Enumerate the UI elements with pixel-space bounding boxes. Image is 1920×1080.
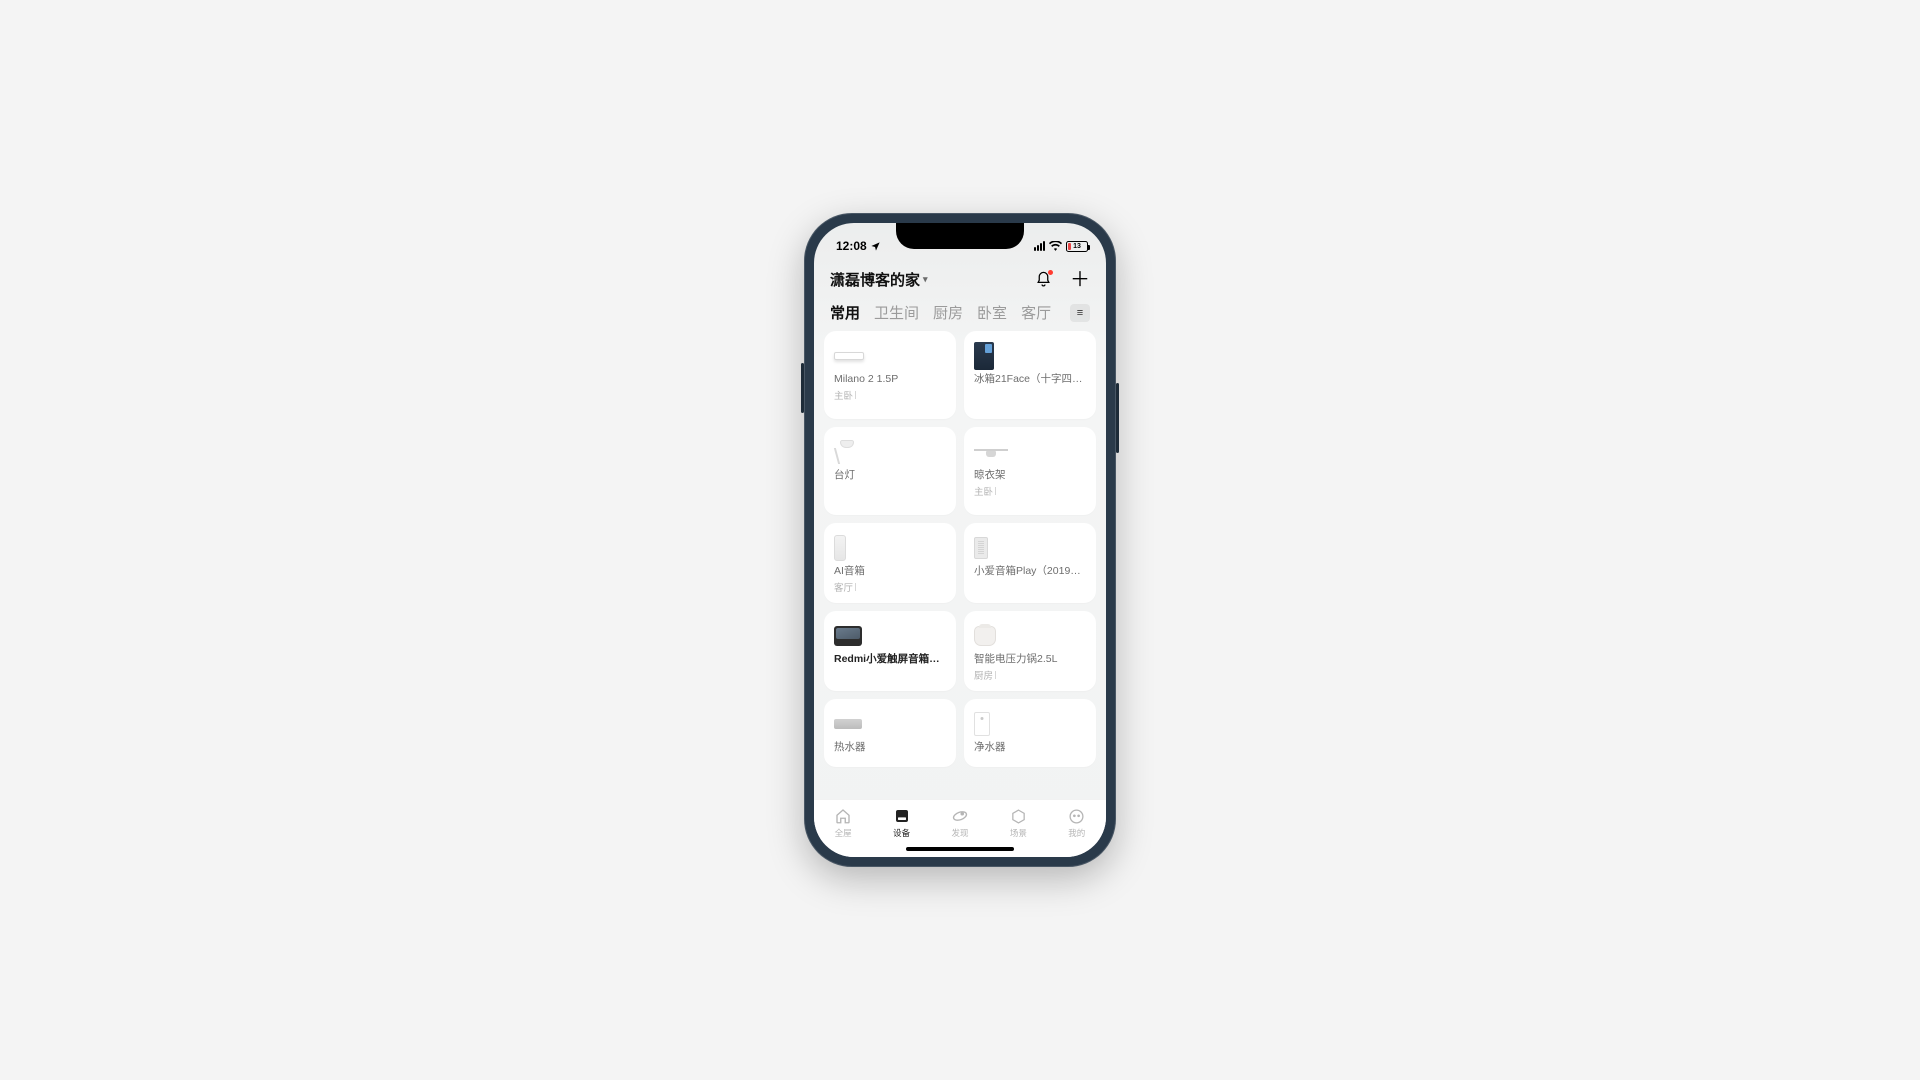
device-card[interactable]: 冰箱21Face（十字四门… (964, 331, 1096, 419)
device-card[interactable]: 小爱音箱Play（2019款） (964, 523, 1096, 603)
device-card[interactable]: AI音箱客厅 (824, 523, 956, 603)
bottom-nav: 全屋 设备 发现 场景 (814, 799, 1106, 857)
device-card[interactable]: 净水器 (964, 699, 1096, 767)
device-name: 台灯 (834, 469, 946, 482)
signal-icon (1034, 241, 1045, 251)
home-name: 潇磊博客的家 (830, 269, 920, 290)
scenes-icon (1009, 807, 1027, 825)
discover-icon (951, 807, 969, 825)
nav-label: 设备 (893, 827, 910, 839)
device-thumbnail (834, 719, 862, 729)
nav-home[interactable]: 全屋 (834, 807, 852, 839)
device-name: 智能电压力锅2.5L (974, 653, 1086, 666)
device-room: 厨房 (974, 668, 1086, 682)
nav-devices[interactable]: 设备 (893, 807, 911, 839)
device-name: 晾衣架 (974, 469, 1086, 482)
phone-frame: 12:08 13 潇磊博客的家 ▾ (804, 213, 1116, 867)
tab-bedroom[interactable]: 卧室 (977, 302, 1007, 323)
status-time: 12:08 (836, 239, 867, 253)
tab-livingroom[interactable]: 客厅 (1021, 302, 1051, 323)
add-device-button[interactable]: ＋ (1070, 270, 1090, 290)
devices-icon (893, 807, 911, 825)
room-tabs: 常用 卫生间 厨房 卧室 客厅 ≡ (814, 290, 1106, 331)
notch (896, 223, 1024, 249)
home-icon (834, 807, 852, 825)
device-card[interactable]: 台灯 (824, 427, 956, 515)
nav-scenes[interactable]: 场景 (1009, 807, 1027, 839)
device-list[interactable]: Milano 2 1.5P主卧冰箱21Face（十字四门…台灯晾衣架主卧AI音箱… (814, 331, 1106, 799)
device-name: Milano 2 1.5P (834, 373, 946, 386)
device-card[interactable]: Milano 2 1.5P 主卧 (824, 331, 956, 419)
wifi-icon (1049, 241, 1062, 251)
battery-icon: 13 (1066, 241, 1088, 252)
device-thumbnail (834, 535, 846, 561)
device-thumbnail (974, 342, 994, 370)
device-room: 客厅 (834, 580, 946, 594)
device-name: 冰箱21Face（十字四门… (974, 373, 1086, 386)
chevron-down-icon: ▾ (923, 274, 928, 285)
device-name: 热水器 (834, 741, 946, 754)
tab-bathroom[interactable]: 卫生间 (874, 302, 919, 323)
tab-common[interactable]: 常用 (830, 302, 860, 323)
home-selector[interactable]: 潇磊博客的家 ▾ (830, 269, 928, 290)
nav-me[interactable]: 我的 (1068, 807, 1086, 839)
rooms-menu-button[interactable]: ≡ (1070, 304, 1090, 322)
me-icon (1068, 807, 1086, 825)
location-icon (870, 241, 881, 252)
nav-label: 我的 (1068, 827, 1085, 839)
device-name: 净水器 (974, 741, 1086, 754)
device-thumbnail (974, 537, 988, 559)
notification-dot (1048, 270, 1053, 275)
nav-label: 场景 (1010, 827, 1027, 839)
screen: 12:08 13 潇磊博客的家 ▾ (814, 223, 1106, 857)
device-name: 小爱音箱Play（2019款） (974, 565, 1086, 578)
device-name: Redmi小爱触屏音箱Pr… (834, 653, 946, 666)
home-indicator (906, 847, 1014, 851)
device-name: AI音箱 (834, 565, 946, 578)
notifications-button[interactable] (1035, 271, 1052, 288)
device-card[interactable]: 晾衣架主卧 (964, 427, 1096, 515)
nav-label: 全屋 (835, 827, 852, 839)
device-room: 主卧 (974, 484, 1086, 498)
device-card[interactable]: 热水器 (824, 699, 956, 767)
device-card[interactable]: 智能电压力锅2.5L 厨房 (964, 611, 1096, 691)
nav-label: 发现 (951, 827, 968, 839)
tab-kitchen[interactable]: 厨房 (933, 302, 963, 323)
device-thumbnail (834, 626, 862, 646)
device-room: 主卧 (834, 388, 946, 402)
device-thumbnail (974, 626, 996, 646)
device-thumbnail (974, 447, 1008, 457)
device-thumbnail (834, 352, 864, 360)
device-thumbnail (974, 712, 990, 736)
device-thumbnail (834, 440, 856, 464)
app-header: 潇磊博客的家 ▾ ＋ (814, 263, 1106, 290)
nav-discover[interactable]: 发现 (951, 807, 969, 839)
device-card[interactable]: Redmi小爱触屏音箱Pr… (824, 611, 956, 691)
